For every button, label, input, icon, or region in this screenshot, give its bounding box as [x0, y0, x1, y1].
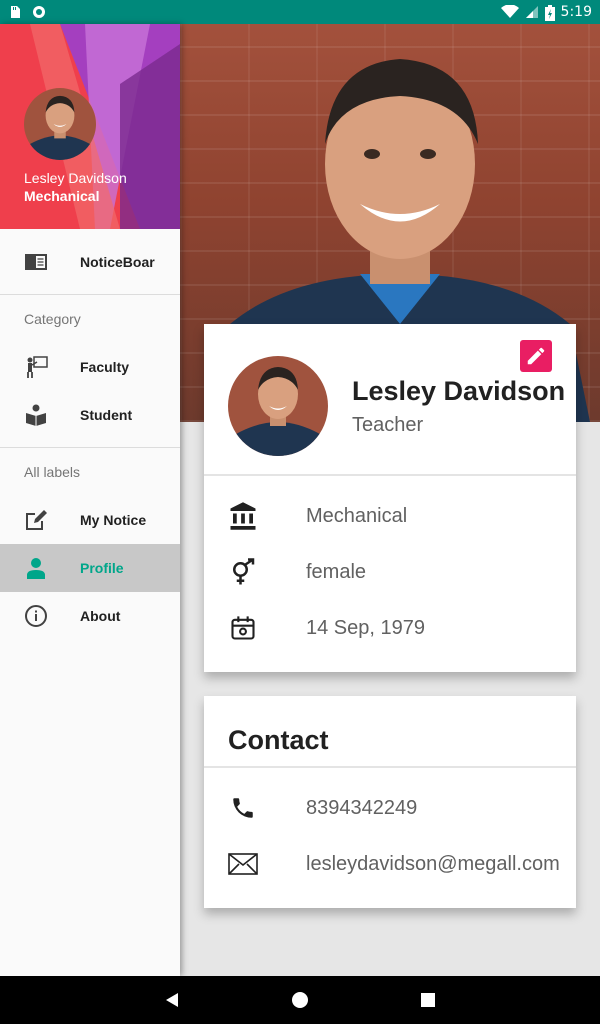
birth-date-value: 14 Sep, 1979 — [306, 616, 425, 639]
menu-item-profile[interactable]: Profile — [0, 544, 180, 592]
recents-square-icon — [421, 993, 435, 1007]
faculty-icon — [24, 355, 48, 379]
phone-row[interactable]: 8394342249 — [204, 780, 576, 836]
noticeboard-icon — [24, 250, 48, 274]
phone-icon — [228, 793, 258, 823]
drawer-avatar[interactable] — [24, 88, 96, 160]
home-circle-icon — [292, 992, 308, 1008]
calendar-icon — [228, 613, 258, 643]
contact-title: Contact — [204, 696, 576, 768]
drawer-header: Lesley Davidson Mechanical — [0, 24, 180, 229]
email-row[interactable]: lesleydavidson@megall.com — [204, 836, 576, 892]
home-button[interactable] — [236, 976, 364, 1024]
menu-item-label: About — [80, 608, 121, 624]
menu-item-faculty[interactable]: Faculty — [0, 343, 180, 391]
menu-item-label: Student — [80, 407, 133, 423]
status-time: 5:19 — [560, 4, 592, 20]
system-navigation-bar — [0, 976, 600, 1024]
menu-item-label: Profile — [80, 560, 124, 576]
drawer-user-department: Mechanical — [24, 188, 100, 204]
profile-role: Teacher — [352, 414, 424, 436]
drawer-user-name: Lesley Davidson — [24, 170, 127, 186]
gender-row: female — [204, 544, 576, 600]
mail-icon — [228, 849, 258, 879]
profile-card-header: Lesley Davidson Teacher — [204, 324, 576, 476]
department-row: Mechanical — [204, 488, 576, 544]
info-icon — [24, 604, 48, 628]
phone-value: 8394342249 — [306, 796, 418, 819]
menu-item-label: NoticeBoar — [80, 254, 155, 270]
menu-item-label: Faculty — [80, 359, 130, 375]
department-value: Mechanical — [306, 504, 408, 527]
back-button[interactable] — [108, 976, 236, 1024]
navigation-drawer: Lesley Davidson Mechanical NoticeBoar Ca… — [0, 24, 180, 976]
menu-item-student[interactable]: Student — [0, 391, 180, 439]
profile-card: Lesley Davidson Teacher Mechanical femal… — [204, 324, 576, 672]
circle-notification-icon — [32, 5, 46, 19]
labels-subheader: All labels — [24, 464, 81, 480]
menu-item-about[interactable]: About — [0, 592, 180, 640]
battery-icon — [544, 5, 555, 21]
category-subheader: Category — [24, 311, 81, 327]
avatar — [228, 356, 328, 456]
signal-icon — [525, 5, 539, 19]
wifi-icon — [500, 4, 519, 19]
back-triangle-icon — [166, 993, 178, 1007]
sd-card-icon — [8, 5, 22, 19]
person-icon — [24, 556, 48, 580]
status-bar: 5:19 — [0, 0, 600, 24]
institution-icon — [228, 501, 258, 531]
gender-icon — [228, 557, 258, 587]
email-value: lesleydavidson@megall.com — [306, 852, 560, 875]
gender-value: female — [306, 560, 367, 583]
edit-profile-button[interactable] — [520, 340, 552, 372]
menu-item-label: My Notice — [80, 512, 147, 528]
student-icon — [24, 403, 48, 427]
contact-card: Contact 8394342249 lesleydavidson@megall… — [204, 696, 576, 908]
menu-item-noticeboard[interactable]: NoticeBoar — [0, 238, 180, 286]
edit-icon — [527, 347, 545, 365]
profile-name: Lesley Davidson — [352, 376, 566, 406]
birth-date-row: 14 Sep, 1979 — [204, 600, 576, 656]
edit-note-icon — [24, 508, 48, 532]
recents-button[interactable] — [364, 976, 492, 1024]
menu-item-my-notice[interactable]: My Notice — [0, 496, 180, 544]
